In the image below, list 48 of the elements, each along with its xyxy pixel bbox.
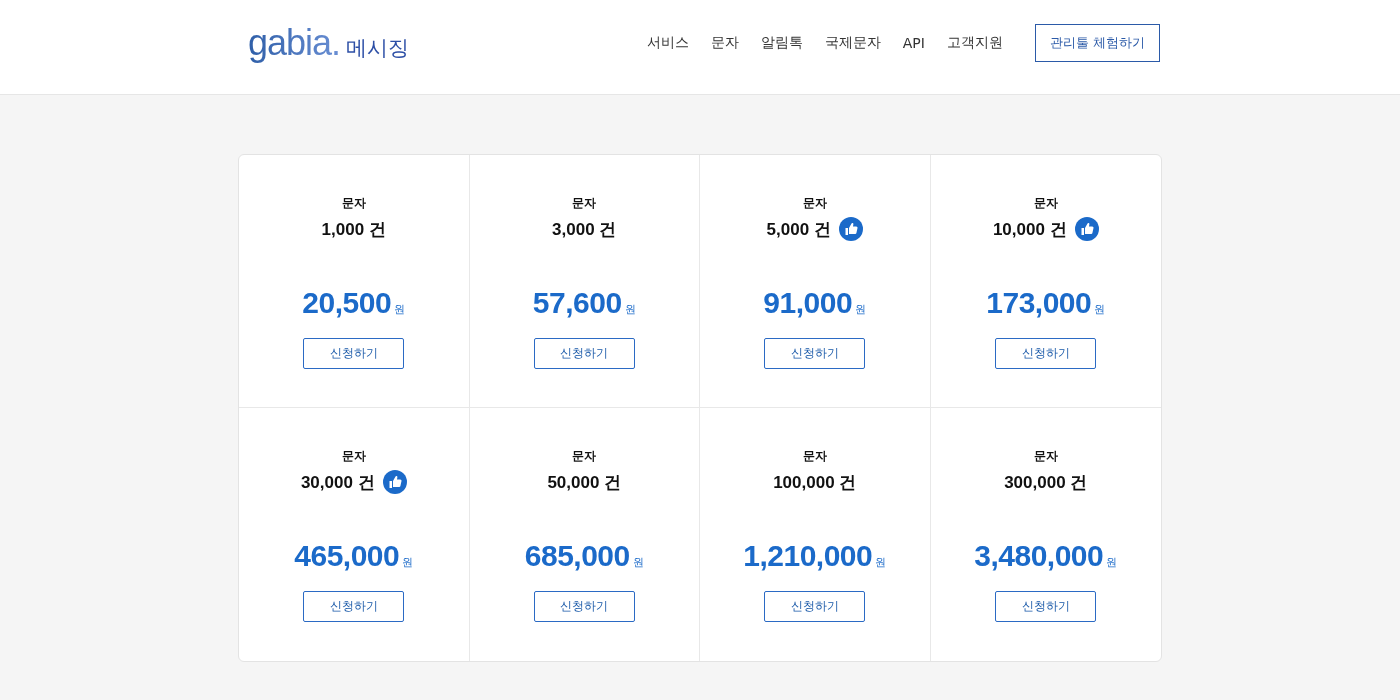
apply-button[interactable]: 신청하기 xyxy=(995,338,1097,369)
currency-unit: 원 xyxy=(402,555,414,570)
nav-link[interactable]: 고객지원 xyxy=(946,34,1003,52)
message-count: 10,000 건 xyxy=(992,218,1067,241)
message-count: 50,000 건 xyxy=(547,471,622,494)
plan-type: 문자 xyxy=(802,195,827,212)
nav-link[interactable]: 알림톡 xyxy=(760,34,803,52)
nav-link[interactable]: API xyxy=(902,35,925,51)
message-count: 300,000 건 xyxy=(1004,471,1088,494)
apply-button[interactable]: 신청하기 xyxy=(303,338,405,369)
plan-type: 문자 xyxy=(341,195,366,212)
logo-product-name: 메시징 xyxy=(346,35,410,62)
message-count: 1,000 건 xyxy=(321,218,386,241)
currency-unit: 원 xyxy=(394,302,406,317)
currency-unit: 원 xyxy=(624,302,636,317)
apply-button[interactable]: 신청하기 xyxy=(533,591,635,622)
plan-price: 20,500 xyxy=(302,286,392,320)
currency-unit: 원 xyxy=(1094,302,1106,317)
plan-price: 91,000 xyxy=(763,286,853,320)
apply-button[interactable]: 신청하기 xyxy=(995,591,1097,622)
currency-unit: 원 xyxy=(632,555,644,570)
currency-unit: 원 xyxy=(855,302,867,317)
apply-button[interactable]: 신청하기 xyxy=(303,591,405,622)
nav-link[interactable]: 서비스 xyxy=(646,34,689,52)
plan-type: 문자 xyxy=(341,448,366,465)
plan-type: 문자 xyxy=(572,448,597,465)
plan-price: 685,000 xyxy=(524,539,630,573)
plan-price: 1,210,000 xyxy=(743,539,873,573)
message-count: 5,000 건 xyxy=(766,218,831,241)
plan-price: 57,600 xyxy=(532,286,622,320)
nav-link[interactable]: 문자 xyxy=(710,34,739,52)
apply-button[interactable]: 신청하기 xyxy=(533,338,635,369)
nav-link[interactable]: 국제문자 xyxy=(824,34,881,52)
apply-button[interactable]: 신청하기 xyxy=(764,591,866,622)
plan-type: 문자 xyxy=(1033,195,1058,212)
message-count: 3,000 건 xyxy=(552,218,617,241)
trial-button[interactable]: 관리툴 체험하기 xyxy=(1034,24,1160,62)
currency-unit: 원 xyxy=(1106,555,1118,570)
plan-price: 173,000 xyxy=(986,286,1092,320)
plan-type: 문자 xyxy=(572,195,597,212)
currency-unit: 원 xyxy=(875,555,887,570)
apply-button[interactable]: 신청하기 xyxy=(764,338,866,369)
message-count: 30,000 건 xyxy=(300,471,375,494)
message-count: 100,000 건 xyxy=(773,471,857,494)
plan-type: 문자 xyxy=(1033,448,1058,465)
plan-type: 문자 xyxy=(802,448,827,465)
plan-price: 465,000 xyxy=(294,539,400,573)
plan-price: 3,480,000 xyxy=(974,539,1104,573)
